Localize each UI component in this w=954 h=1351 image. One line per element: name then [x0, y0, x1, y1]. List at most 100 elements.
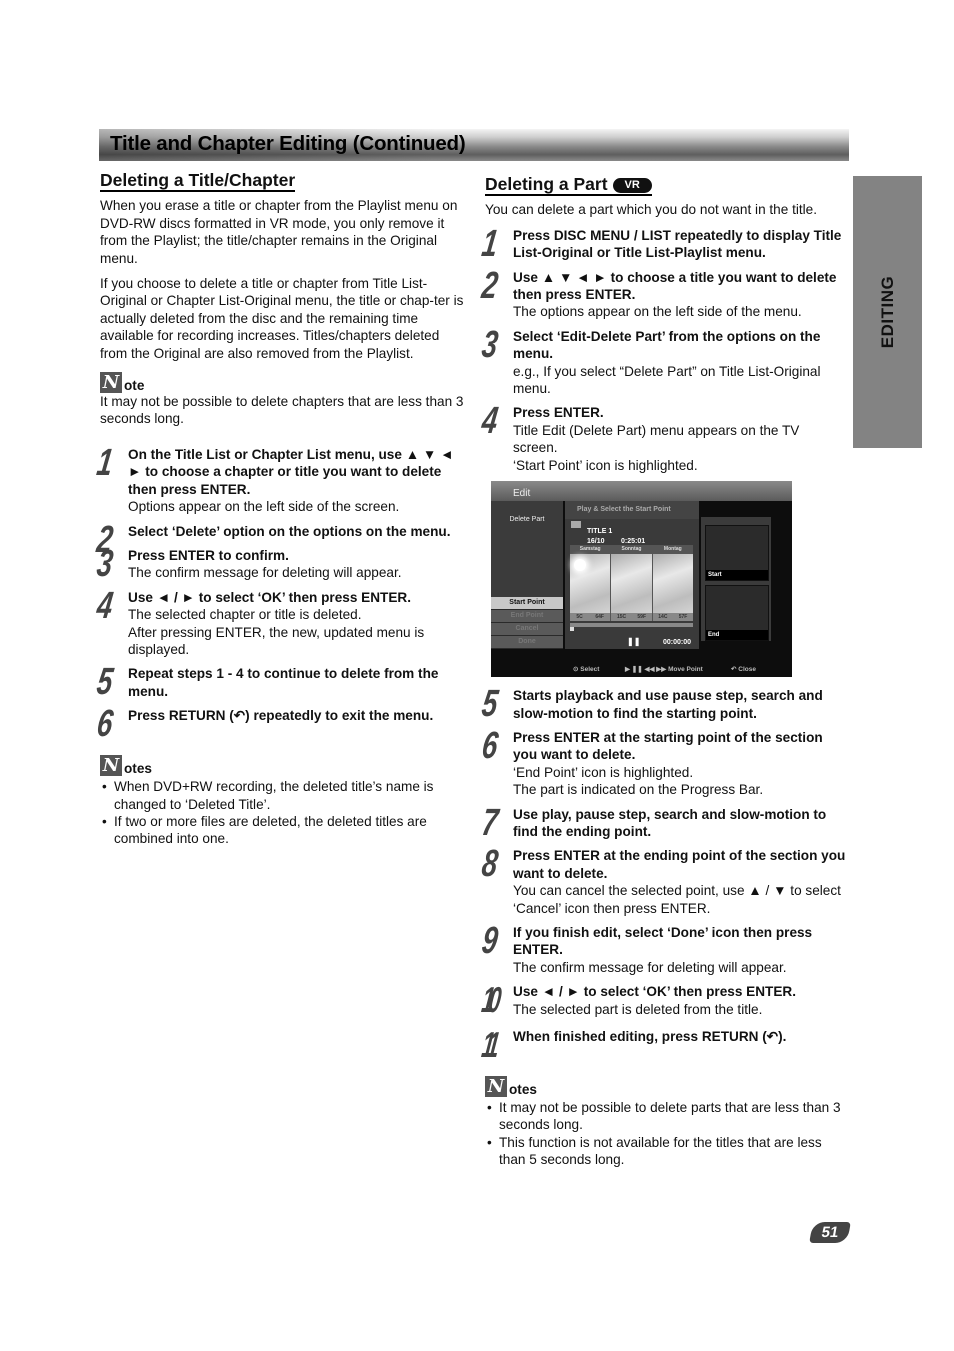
tv-options-panel: Delete Part Start Point End Point Cancel…: [491, 501, 563, 650]
thumbnail-day-cell: Montag 14C 57F: [652, 545, 693, 622]
temp-c: 5C: [576, 614, 583, 621]
page-title-bar: Title and Chapter Editing (Continued): [99, 129, 849, 161]
step-number: 6: [94, 703, 112, 746]
vr-badge: VR: [612, 178, 652, 193]
tv-help-select: ⊙ Select: [573, 666, 600, 674]
step-number: 4: [94, 584, 112, 627]
start-point-preview: Start: [705, 525, 769, 582]
notes-label: otes: [124, 761, 152, 777]
note-heading: N ote: [100, 372, 466, 394]
step: 3 Select ‘Edit-Delete Part’ from the opt…: [479, 324, 847, 398]
step-detail: After pressing ENTER, the new, updated m…: [128, 624, 425, 657]
right-section-heading: Deleting a Part VR: [485, 174, 652, 197]
right-intro: You can delete a part which you do not w…: [485, 202, 818, 218]
step-number: 4: [479, 400, 497, 443]
tv-option-start-point[interactable]: Start Point: [491, 597, 563, 611]
left-paragraph: If you choose to delete a title or chapt…: [100, 276, 464, 361]
note-icon: N: [100, 755, 122, 777]
page-title: Title and Chapter Editing (Continued): [110, 132, 466, 155]
step-instruction: Starts playback and use pause step, sear…: [513, 688, 823, 721]
left-section-heading: Deleting a Title/Chapter: [100, 171, 296, 193]
step: 4 Use ◄ / ► to select ‘OK’ then press EN…: [94, 585, 466, 659]
step-instruction: Press ENTER to confirm.: [128, 547, 289, 563]
step: 1 On the Title List or Chapter List menu…: [94, 442, 466, 516]
tv-options-title: Delete Part: [509, 516, 545, 524]
note-label: ote: [124, 378, 145, 394]
step-instruction: On the Title List or Chapter List menu, …: [128, 446, 454, 497]
right-heading-text: Deleting a Part: [485, 174, 608, 194]
tv-points-panel: Start End: [701, 517, 771, 642]
tv-help-move-point: ▶ ❚❚ ◀◀ ▶▶ Move Point: [625, 666, 703, 674]
notes-heading: N otes: [485, 1076, 847, 1097]
note-item: It may not be possible to delete parts t…: [485, 1099, 847, 1134]
tv-progress-bar[interactable]: [570, 623, 693, 628]
tv-option-cancel[interactable]: Cancel: [491, 623, 563, 637]
temp-f: 57F: [678, 614, 688, 621]
step-instruction: When finished editing, press RETURN (↶).: [513, 1029, 787, 1044]
step-detail: The selected part is deleted from the ti…: [513, 1001, 763, 1017]
step-number: 8: [479, 843, 497, 886]
step-detail: Title Edit (Delete Part) menu appears on…: [513, 422, 800, 456]
right-column: Deleting a Part VR You can delete a part …: [479, 174, 847, 1169]
step-detail: The confirm message for deleting will ap…: [128, 565, 402, 581]
tv-help-bar: ⊙ Select ▶ ❚❚ ◀◀ ▶▶ Move Point ↶ Close: [491, 657, 792, 677]
temp-f: 59F: [637, 614, 647, 621]
pause-icon: ❚❚: [627, 637, 641, 647]
section-side-tab: EDITING: [853, 176, 922, 448]
left-column: Deleting a Title/Chapter When you erase …: [94, 171, 466, 848]
note-item: This function is not available for the t…: [485, 1134, 847, 1169]
step-number: 11: [479, 1024, 497, 1065]
thumbnail-temps: 5C 64F: [570, 613, 611, 622]
start-point-label: Start: [706, 570, 768, 581]
step-instruction: Use ◄ / ► to select ‘OK’ then press ENTE…: [513, 984, 796, 1000]
note-icon: N: [100, 372, 122, 394]
tv-playback-panel: Play & Select the Start Point TITLE 1 16…: [565, 501, 699, 650]
step-detail: Options appear on the left side of the s…: [128, 499, 400, 515]
tv-header-bar: Edit: [491, 481, 792, 502]
step-number: 6: [479, 724, 497, 767]
note-text: It may not be possible to delete chapter…: [100, 394, 464, 427]
step-detail: The part is indicated on the Progress Ba…: [513, 782, 764, 798]
step: 10 Use ◄ / ► to select ‘OK’ then press E…: [480, 979, 847, 1020]
tv-help-close: ↶ Close: [731, 666, 756, 674]
step-detail: e.g., If you select “Delete Part” on Tit…: [513, 363, 821, 397]
progress-marker-icon: [570, 627, 574, 632]
step-number: 7: [479, 801, 497, 844]
step-instruction: Press ENTER at the ending point of the s…: [513, 848, 846, 881]
step: 5 Repeat steps 1 - 4 to continue to dele…: [94, 661, 466, 703]
step-instruction: Press RETURN (↶) repeatedly to exit the …: [128, 708, 434, 724]
step-instruction: Use ◄ / ► to select ‘OK’ then press ENTE…: [128, 589, 411, 605]
step-number: 3: [479, 323, 497, 366]
tv-option-done[interactable]: Done: [491, 636, 563, 650]
step-instruction: If you finish edit, select ‘Done’ icon t…: [513, 924, 813, 958]
step-detail: The options appear on the left side of t…: [513, 304, 802, 320]
step-detail: The confirm message for deleting will ap…: [513, 959, 787, 975]
side-tab-label: EDITING: [877, 275, 897, 349]
step-detail: The selected chapter or title is deleted…: [128, 607, 362, 623]
tv-option-end-point[interactable]: End Point: [491, 610, 563, 624]
thumbnail-day: Montag: [652, 545, 693, 555]
notes-label: otes: [509, 1082, 537, 1097]
step: 11 When finished editing, press RETURN (…: [480, 1024, 847, 1065]
tv-header-title: Edit: [513, 488, 531, 500]
notes-list: It may not be possible to delete parts t…: [485, 1099, 847, 1169]
step-number: 5: [479, 683, 497, 726]
step: 6 Press RETURN (↶) repeatedly to exit th…: [94, 703, 466, 745]
end-point-preview: End: [705, 585, 769, 642]
step-instruction: Press ENTER.: [513, 405, 604, 421]
step-number: 1: [94, 441, 112, 484]
step-detail: ‘End Point’ icon is highlighted.: [513, 764, 694, 780]
step: 9 If you finish edit, select ‘Done’ icon…: [479, 920, 847, 976]
notes-list: When DVD+RW recording, the deleted title…: [100, 778, 466, 848]
thumbnail-day: Sonntag: [611, 545, 652, 555]
note-item: If two or more files are deleted, the de…: [100, 813, 466, 848]
thumbnail-day: Samstag: [570, 545, 611, 555]
page-number: 51: [809, 1222, 851, 1243]
step-instruction: Use play, pause step, search and slow-mo…: [513, 806, 827, 839]
thumbnail-temps: 15C 59F: [611, 613, 652, 622]
step-detail: You can cancel the selected point, use ▲…: [513, 883, 841, 916]
thumbnail-temps: 14C 57F: [652, 613, 693, 622]
thumbnail-day-cell: Sonntag 15C 59F: [611, 545, 653, 622]
step: 4 Press ENTER. Title Edit (Delete Part) …: [479, 400, 847, 474]
step-number: 1: [479, 222, 497, 265]
